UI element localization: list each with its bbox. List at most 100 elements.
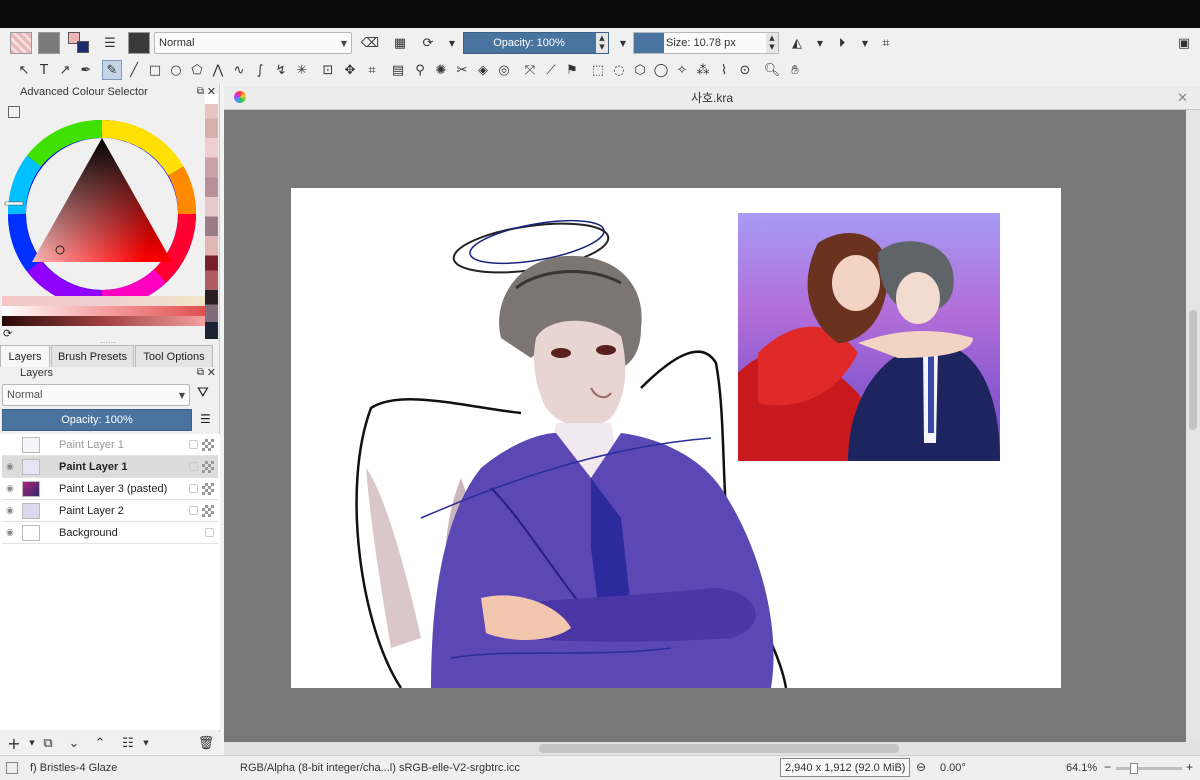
layer-properties-icon[interactable]: ☷ — [118, 733, 138, 753]
colour-wheel[interactable] — [4, 116, 200, 312]
close-icon[interactable]: ✕ — [1177, 90, 1188, 106]
blend-mode-select[interactable]: Normal ▼ — [154, 32, 352, 54]
visibility-icon[interactable]: ◉ — [6, 528, 14, 538]
chevron-down-icon[interactable]: ▼ — [855, 33, 875, 53]
brush-preset-icon[interactable] — [128, 32, 150, 54]
multibrush-icon[interactable]: ✳ — [292, 60, 312, 80]
status-image-size[interactable]: 2,940 x 1,912 (92.0 MiB) — [780, 758, 911, 777]
close-icon[interactable]: ✕ — [207, 366, 216, 379]
polyline-tool-icon[interactable]: ⋀ — [208, 60, 228, 80]
chevron-down-icon[interactable]: ▼ — [136, 733, 156, 753]
eraser-icon[interactable]: ⌫ — [360, 33, 380, 53]
lock-icon[interactable] — [189, 440, 198, 449]
layer-menu-icon[interactable]: ☰ — [200, 412, 211, 426]
tab-brush-presets[interactable]: Brush Presets — [51, 345, 134, 367]
colour-sliders[interactable] — [2, 296, 205, 326]
visibility-icon[interactable]: ◉ — [6, 484, 14, 494]
rect-select-icon[interactable]: ⬚ — [588, 60, 608, 80]
reload-preset-icon[interactable]: ⟳ — [418, 33, 438, 53]
alpha-icon[interactable] — [202, 438, 214, 451]
zoom-in-icon[interactable]: + — [1186, 760, 1193, 774]
gradient-swatch[interactable] — [10, 32, 32, 54]
filter-icon[interactable]: ⛛ — [197, 385, 209, 401]
colorize-mask-icon[interactable]: ✺ — [431, 60, 451, 80]
enclose-fill-icon[interactable]: ◎ — [494, 60, 514, 80]
measure-tool-icon[interactable]: ⟋ — [541, 60, 561, 80]
ellipse-select-icon[interactable]: ◌ — [609, 60, 629, 80]
colour-history-strip[interactable] — [205, 94, 218, 339]
contiguous-select-icon[interactable]: ✧ — [672, 60, 692, 80]
alpha-lock-icon[interactable]: ▦ — [390, 33, 410, 53]
layer-row[interactable]: ◉ Paint Layer 1 — [2, 456, 218, 478]
zoom-slider[interactable] — [1116, 763, 1182, 774]
crop-tool-icon[interactable]: ⌗ — [362, 60, 382, 80]
layer-row[interactable]: ◉ Paint Layer 3 (pasted) — [2, 478, 218, 500]
line-tool-icon[interactable]: ╱ — [124, 60, 144, 80]
refresh-colours-icon[interactable]: ⟳ — [3, 327, 12, 340]
drawing-canvas[interactable] — [291, 188, 1061, 688]
chevron-down-icon[interactable]: ▼ — [442, 33, 462, 53]
size-slider[interactable]: Size: 10.78 px ▲ ▼ — [633, 32, 779, 54]
move-tool-icon[interactable]: ✥ — [340, 60, 360, 80]
bezier-select-icon[interactable]: ⌇ — [714, 60, 734, 80]
visibility-icon[interactable]: ◉ — [6, 506, 14, 516]
polygon-tool-icon[interactable]: ⬠ — [187, 60, 207, 80]
zoom-tool-icon[interactable]: 🔍︎ — [762, 60, 782, 80]
workspace-icon[interactable]: ▣ — [1174, 33, 1194, 53]
pattern-swatch[interactable] — [38, 32, 60, 54]
ellipse-tool-icon[interactable]: ○ — [166, 60, 186, 80]
polygon-select-icon[interactable]: ⬡ — [630, 60, 650, 80]
rotation-icon[interactable]: ⊖ — [916, 760, 926, 774]
calligraphy-icon[interactable]: ✒ — [76, 60, 96, 80]
opacity-spinner[interactable]: ▲ ▼ — [596, 33, 608, 53]
assistant-tool-icon[interactable]: ⤧ — [520, 60, 540, 80]
layer-row[interactable]: ◉ Background — [2, 522, 218, 544]
fill-tool-icon[interactable]: ◈ — [473, 60, 493, 80]
fg-bg-color-icon[interactable] — [68, 32, 92, 56]
tab-layers[interactable]: Layers — [0, 345, 50, 367]
brush-preset-icon[interactable] — [6, 762, 18, 774]
text-tool-icon[interactable]: T — [34, 60, 54, 80]
tab-tool-options[interactable]: Tool Options — [135, 345, 213, 367]
layer-row[interactable]: Paint Layer 1 — [2, 434, 218, 456]
layer-blend-mode-select[interactable]: Normal ▼ — [2, 384, 190, 406]
float-docker-icon[interactable]: ⧉ — [197, 86, 204, 97]
lock-icon[interactable] — [189, 484, 198, 493]
size-spinner[interactable]: ▲ ▼ — [766, 33, 778, 53]
reference-image[interactable] — [738, 213, 1000, 461]
alpha-icon[interactable] — [202, 504, 214, 517]
bezier-tool-icon[interactable]: ∿ — [229, 60, 249, 80]
wrap-around-icon[interactable]: ⌗ — [876, 33, 896, 53]
alpha-icon[interactable] — [202, 482, 214, 495]
add-layer-icon[interactable]: + — [4, 733, 24, 753]
edit-shapes-icon[interactable]: ↗ — [55, 60, 75, 80]
chevron-down-icon[interactable]: ▼ — [613, 33, 633, 53]
similar-select-icon[interactable]: ⁂ — [693, 60, 713, 80]
vertical-scrollbar[interactable] — [1186, 110, 1200, 742]
smart-patch-icon[interactable]: ✂ — [452, 60, 472, 80]
horizontal-scrollbar[interactable] — [224, 742, 1200, 755]
brush-settings-icon[interactable]: ☰ — [100, 33, 120, 53]
float-docker-icon[interactable]: ⧉ — [197, 367, 204, 378]
freehand-brush-icon[interactable]: ✎ — [102, 60, 122, 80]
select-shapes-icon[interactable]: ↖ — [14, 60, 34, 80]
transform-tool-icon[interactable]: ⊡ — [318, 60, 338, 80]
mirror-horizontal-icon[interactable]: ◭ — [787, 33, 807, 53]
move-layer-up-icon[interactable]: ⌃ — [90, 733, 110, 753]
mirror-vertical-icon[interactable]: ⏵ — [832, 33, 852, 53]
outline-select-icon[interactable]: ◯ — [651, 60, 671, 80]
visibility-icon[interactable]: ◉ — [6, 462, 14, 472]
gradient-tool-icon[interactable]: ▤ — [388, 60, 408, 80]
lock-icon[interactable] — [205, 528, 214, 537]
layer-opacity-slider[interactable]: Opacity: 100% — [2, 409, 192, 431]
freehand-path-icon[interactable]: ∫ — [250, 60, 270, 80]
color-picker-icon[interactable]: ⚲ — [410, 60, 430, 80]
duplicate-layer-icon[interactable]: ⧉ — [38, 733, 58, 753]
magnetic-select-icon[interactable]: ⊙ — [735, 60, 755, 80]
opacity-slider[interactable]: Opacity: 100% ▲ ▼ — [463, 32, 609, 54]
move-layer-down-icon[interactable]: ⌄ — [64, 733, 84, 753]
pan-tool-icon[interactable]: ✋︎ — [785, 60, 805, 80]
zoom-out-icon[interactable]: − — [1104, 760, 1111, 774]
layer-row[interactable]: ◉ Paint Layer 2 — [2, 500, 218, 522]
reference-images-icon[interactable]: ⚑ — [562, 60, 582, 80]
